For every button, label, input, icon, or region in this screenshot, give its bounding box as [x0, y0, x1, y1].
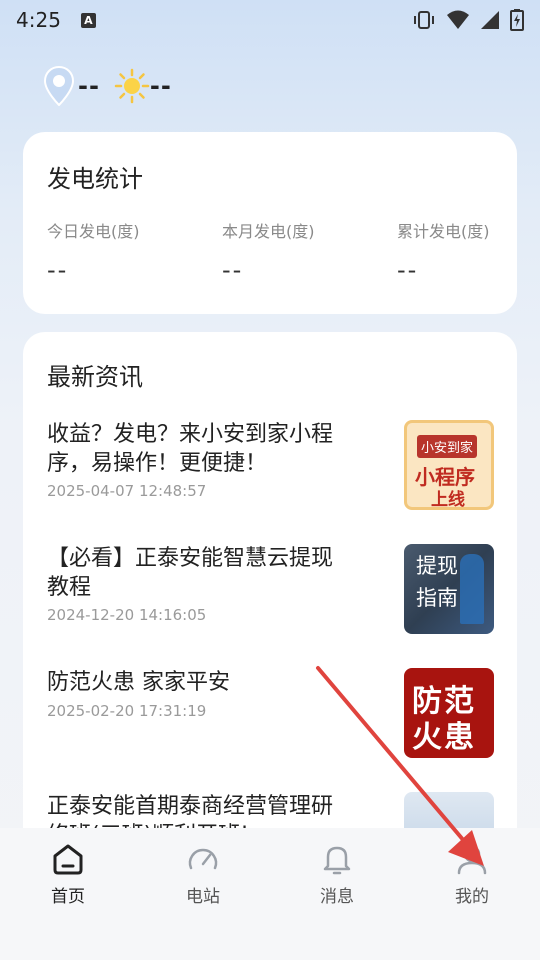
tab-label: 首页: [51, 887, 85, 907]
status-icons: [412, 9, 524, 31]
news-item[interactable]: 【必看】正泰安能智慧云提现教程 2024-12-20 14:16:05 提现 指…: [47, 544, 494, 640]
home-icon: [53, 844, 83, 875]
stat-label: 累计发电(度): [397, 222, 490, 241]
news-thumbnail: 小安到家 小程序 上线: [404, 420, 494, 510]
status-bar: 4:25 A: [0, 0, 540, 40]
news-thumbnail: 防范 火患: [404, 668, 494, 758]
news-thumbnail: 提现 指南: [404, 544, 494, 634]
news-item[interactable]: 收益？发电？来小安到家小程序，易操作！更便捷！ 2025-04-07 12:48…: [47, 420, 494, 516]
thumb-text: 火患: [412, 720, 476, 755]
tab-profile[interactable]: 我的: [432, 842, 512, 907]
thumb-text: 指南: [416, 586, 458, 610]
location-value: --: [78, 72, 100, 100]
person-figure: [460, 554, 484, 624]
weather-row: -- --: [44, 66, 186, 106]
news-item-time: 2025-04-07 12:48:57: [47, 482, 207, 500]
thumb-badge: 小安到家: [417, 435, 478, 458]
stat-value: --: [222, 256, 244, 284]
tab-station[interactable]: 电站: [163, 842, 243, 907]
stat-today: 今日发电(度) --: [47, 218, 140, 284]
stat-value: --: [47, 256, 69, 284]
news-item-time: 2024-12-20 14:16:05: [47, 606, 207, 624]
bell-icon: [323, 846, 351, 875]
bottom-tab-bar: 首页 电站 消息 我的: [0, 828, 540, 960]
status-time: 4:25: [16, 8, 61, 32]
battery-icon: [510, 9, 524, 31]
weather-value: --: [149, 72, 172, 100]
power-stats-card: 发电统计 今日发电(度) -- 本月发电(度) -- 累计发电(度) --: [23, 132, 517, 314]
stat-total: 累计发电(度) --: [397, 218, 490, 284]
tab-label: 消息: [320, 887, 354, 907]
news-card: 最新资讯 收益？发电？来小安到家小程序，易操作！更便捷！ 2025-04-07 …: [23, 332, 517, 872]
news-item-title: 收益？发电？来小安到家小程序，易操作！更便捷！: [47, 422, 334, 476]
location-icon[interactable]: [44, 66, 74, 106]
sun-icon: [114, 68, 150, 104]
news-item-title: 防范火患 家家平安: [47, 670, 230, 695]
tab-label: 电站: [186, 887, 220, 907]
stat-label: 本月发电(度): [222, 222, 315, 241]
news-item-time: 2025-02-20 17:31:19: [47, 702, 207, 720]
tab-messages[interactable]: 消息: [297, 842, 377, 907]
stat-month: 本月发电(度) --: [222, 218, 315, 284]
news-item-title: 【必看】正泰安能智慧云提现教程: [47, 546, 334, 600]
tab-home[interactable]: 首页: [28, 842, 108, 907]
stat-value: --: [397, 256, 419, 284]
tab-label: 我的: [455, 887, 489, 907]
vibrate-icon: [414, 11, 434, 29]
gauge-icon: [188, 848, 218, 870]
stat-label: 今日发电(度): [47, 222, 140, 241]
signal-icon: [481, 11, 499, 29]
user-icon: [457, 845, 487, 875]
notification-icon: A: [80, 12, 96, 28]
thumb-text: 上线: [431, 490, 465, 510]
news-title: 最新资讯: [47, 363, 143, 391]
thumb-text: 提现: [416, 554, 458, 578]
stats-title: 发电统计: [47, 165, 143, 193]
news-item[interactable]: 防范火患 家家平安 2025-02-20 17:31:19 防范 火患: [47, 668, 494, 764]
wifi-icon: [447, 10, 469, 29]
